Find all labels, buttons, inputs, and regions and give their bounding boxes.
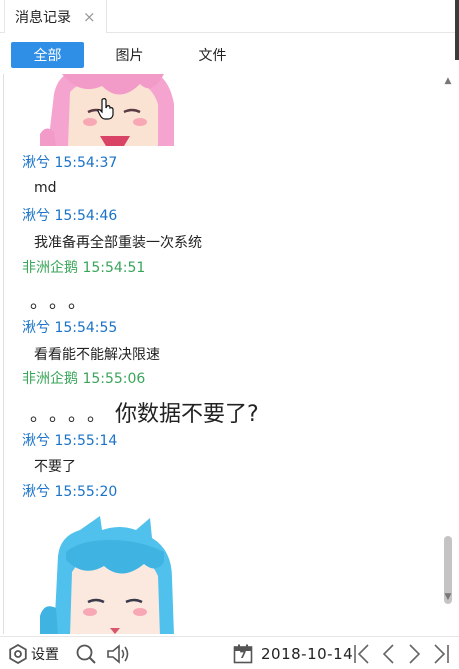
calendar-icon: 7: [233, 644, 253, 664]
next-page-icon[interactable]: [407, 637, 423, 669]
message-sender-1: 湫兮 15:54:37: [22, 155, 118, 171]
message-text-5-big: 你数据不要了?: [115, 402, 259, 427]
message-text-6: 不要了: [34, 459, 76, 475]
scroll-up-icon[interactable]: ▲: [441, 74, 455, 88]
message-sender-5: 非洲企鹅 15:55:06: [22, 371, 146, 387]
filter-all-button[interactable]: 全部: [11, 42, 84, 68]
message-sender-7: 湫兮 15:55:20: [22, 484, 118, 500]
message-sender-4: 湫兮 15:54:55: [22, 320, 118, 336]
filter-files-button[interactable]: 文件: [176, 42, 249, 68]
message-text-5: 。。。。你数据不要了?: [30, 402, 259, 427]
date-picker[interactable]: 7 2018-10-14: [233, 637, 353, 669]
filter-bar: 全部 图片 文件: [0, 34, 459, 74]
hand-cursor-icon: [97, 98, 115, 120]
message-sender-3: 非洲企鹅 15:54:51: [22, 260, 146, 276]
settings-label: 设置: [31, 646, 59, 663]
calendar-day: 7: [239, 649, 247, 661]
message-text-1: md: [34, 180, 57, 196]
close-icon[interactable]: ×: [83, 8, 96, 26]
settings-icon: [8, 643, 28, 664]
message-text-2: 我准备再全部重装一次系统: [34, 235, 202, 251]
message-sender-2: 湫兮 15:54:46: [22, 208, 118, 224]
prev-page-icon[interactable]: [380, 637, 396, 669]
window-tabbar: 消息记录 ×: [0, 0, 459, 60]
message-scrollbar[interactable]: ▲ ▼: [441, 74, 455, 604]
filter-images-button[interactable]: 图片: [93, 42, 166, 68]
date-text: 2018-10-14: [261, 644, 354, 663]
message-list: 湫兮 15:54:37 md 湫兮 15:54:46 我准备再全部重装一次系统 …: [0, 74, 440, 634]
message-text-3: 。。。: [30, 292, 96, 313]
scroll-down-icon[interactable]: ▼: [441, 590, 455, 604]
bottom-toolbar: 设置 7 2018-10-14: [0, 636, 459, 669]
tab-title: 消息记录: [15, 9, 71, 26]
message-text-4: 看看能不能解决限速: [34, 347, 160, 363]
search-icon[interactable]: [75, 637, 97, 669]
sticker-blue-image: [40, 516, 180, 634]
last-page-icon[interactable]: [432, 637, 450, 669]
settings-button[interactable]: 设置: [8, 637, 59, 669]
message-sender-6: 湫兮 15:55:14: [22, 433, 118, 449]
tab-message-history[interactable]: 消息记录 ×: [4, 0, 107, 33]
speaker-icon[interactable]: [106, 637, 132, 669]
first-page-icon[interactable]: [353, 637, 371, 669]
